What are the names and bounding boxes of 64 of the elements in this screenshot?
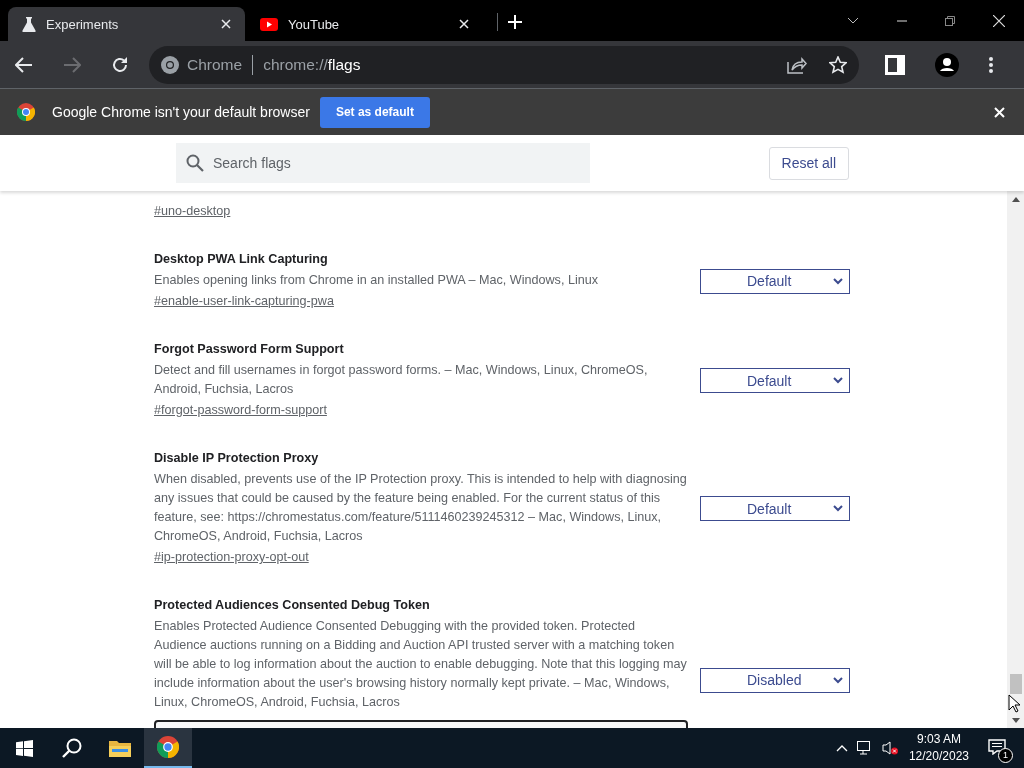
flag-dropdown[interactable]: Default: [700, 496, 850, 521]
flag-description: Enables opening links from Chrome in an installed PWA – Mac, Windows, Linux: [154, 272, 600, 289]
share-icon[interactable]: [787, 55, 807, 74]
chevron-down-icon: [833, 377, 843, 384]
flag-link[interactable]: #uno-desktop: [154, 204, 231, 218]
flag-title: Disable IP Protection Proxy: [154, 450, 320, 467]
time-text: 9:03 AM: [915, 731, 962, 748]
scroll-down-icon[interactable]: [1011, 718, 1020, 723]
flag-link[interactable]: #forgot-password-form-support: [154, 403, 327, 417]
scroll-up-icon[interactable]: [1011, 197, 1020, 202]
url-text: chrome://flags: [263, 55, 361, 74]
date-text: 12/20/2023: [908, 748, 969, 765]
close-icon[interactable]: [993, 14, 1005, 27]
notification-count: 1: [998, 747, 1013, 763]
mouse-cursor-icon: [1008, 694, 1020, 713]
minimize-icon[interactable]: [897, 19, 907, 22]
close-icon[interactable]: [459, 19, 469, 29]
reset-all-button[interactable]: Reset all: [768, 146, 849, 180]
set-default-button[interactable]: Set as default: [319, 96, 430, 128]
chevron-down-icon: [833, 676, 843, 684]
search-icon: [186, 154, 204, 172]
folder-icon: [109, 739, 131, 757]
flag-title: Protected Audiences Consented Debug Token: [154, 597, 431, 614]
close-icon[interactable]: [221, 19, 231, 29]
chevron-down-icon[interactable]: [847, 17, 859, 24]
volume-muted-icon[interactable]: [881, 741, 898, 755]
site-label: Chrome: [187, 55, 243, 74]
flag-dropdown[interactable]: Default: [700, 368, 850, 393]
reload-icon[interactable]: [111, 55, 129, 74]
address-bar[interactable]: Chrome chrome://flags: [149, 45, 859, 84]
chrome-taskbar-button[interactable]: [144, 728, 192, 768]
video-play-icon: [260, 17, 278, 31]
flag-title: Desktop PWA Link Capturing: [154, 251, 329, 268]
search-field[interactable]: Search flags: [176, 143, 590, 183]
back-arrow-icon[interactable]: [15, 56, 33, 73]
flag-description: Enables Protected Audience Consented Debugging with the provided token. Protected Audience auctions running on a Bidding and Auction API trusted server with a matching token will be able to log information about the auction to enable debugging. Note that this logging may include information about the user's browsing history normally kept private. – Mac, Windows, Linux, ChromeOS, Android, Fuchsia, Lacros: [154, 618, 688, 711]
clock[interactable]: 9:03 AM 12/20/2023: [908, 731, 969, 765]
side-panel-icon[interactable]: [885, 54, 905, 75]
flag-link[interactable]: #ip-protection-proxy-opt-out: [154, 550, 309, 564]
flag-dropdown[interactable]: Disabled: [700, 667, 850, 693]
caret-up-icon[interactable]: [835, 744, 848, 752]
search-icon: [62, 738, 82, 758]
chevron-down-icon: [833, 505, 843, 512]
network-icon[interactable]: [856, 741, 873, 755]
flag-dropdown[interactable]: Default: [700, 268, 850, 294]
restore-icon[interactable]: [945, 15, 955, 26]
infobar-message: Google Chrome isn't your default browser: [52, 104, 310, 120]
star-icon[interactable]: [829, 55, 847, 74]
flag-link[interactable]: #enable-user-link-capturing-pwa: [154, 294, 334, 308]
browser-tab[interactable]: Experiments: [8, 7, 245, 41]
chrome-logo-icon: [161, 55, 179, 74]
chevron-down-icon: [833, 277, 843, 285]
chrome-logo-icon: [17, 103, 35, 121]
chrome-logo-icon: [157, 736, 179, 758]
flask-icon: [22, 16, 36, 32]
flag-description: Detect and fill usernames in forgot password forms. – Mac, Windows, Linux, ChromeOS, Android, Fuchsia, Lacros: [154, 362, 649, 398]
windows-logo-icon: [15, 739, 33, 757]
flag-description: When disabled, prevents use of the IP Protection proxy. This is intended to help with diagnosing any issues that could be caused by the feature being enabled. For the current status of this feature, see: https://chromestatus.com/feature/5111460239245312 – Mac, Windows, Linux, ChromeOS, Android, Fuchsia, Lacros: [154, 471, 688, 545]
profile-avatar-icon[interactable]: [935, 52, 959, 77]
scrollbar-thumb[interactable]: [1009, 674, 1022, 694]
menu-icon[interactable]: [989, 56, 993, 73]
browser-tab[interactable]: YouTube: [246, 7, 483, 41]
new-tab-plus-icon[interactable]: [508, 15, 522, 29]
flag-title: Forgot Password Form Support: [154, 341, 345, 358]
